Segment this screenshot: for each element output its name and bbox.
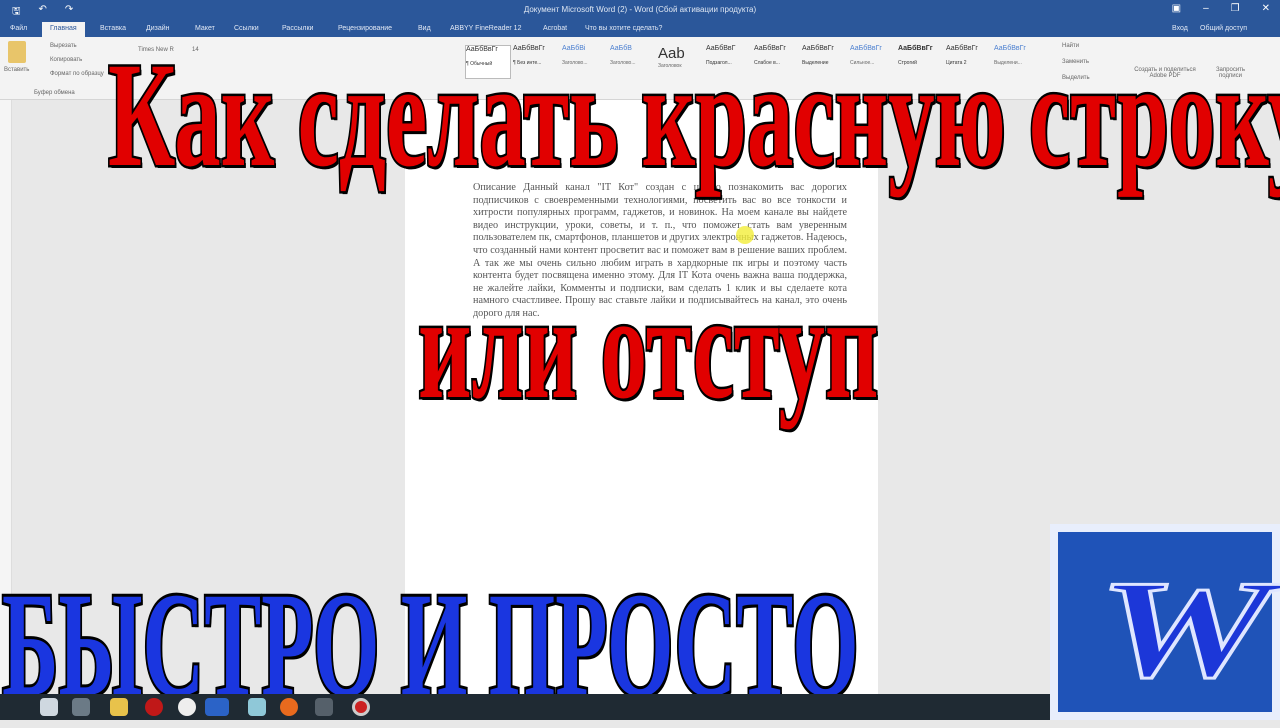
word-taskbar-icon[interactable]	[205, 698, 229, 716]
tell-me-input[interactable]: Что вы хотите сделать?	[585, 25, 662, 32]
restore-button[interactable]: ❐	[1231, 3, 1240, 14]
tab-home[interactable]: Главная	[42, 22, 85, 37]
tab-abbyy[interactable]: ABBYY FineReader 12	[450, 25, 521, 32]
cursor-highlight	[736, 226, 754, 244]
signin-link[interactable]: Вход	[1172, 25, 1188, 32]
tab-view[interactable]: Вид	[418, 25, 431, 32]
copy-button[interactable]: Копировать	[50, 57, 82, 63]
task-view-icon[interactable]	[72, 698, 90, 716]
title-bar: 🖫 ↶ ↷ Документ Microsoft Word (2) - Word…	[0, 0, 1280, 20]
cut-button[interactable]: Вырезать	[50, 43, 77, 49]
firefox-icon[interactable]	[280, 698, 298, 716]
paste-icon[interactable]	[8, 41, 26, 63]
app-icon[interactable]	[248, 698, 266, 716]
opera-icon[interactable]	[145, 698, 163, 716]
close-button[interactable]: ✕	[1262, 3, 1270, 14]
tab-file[interactable]: Файл	[10, 25, 27, 32]
yandex-browser-icon[interactable]	[178, 698, 196, 716]
tab-design[interactable]: Дизайн	[146, 25, 170, 32]
tab-layout[interactable]: Макет	[195, 25, 215, 32]
paste-button[interactable]: Вставить	[4, 67, 29, 73]
word-logo: W	[1050, 524, 1280, 720]
tab-references[interactable]: Ссылки	[234, 25, 259, 32]
tab-insert[interactable]: Вставка	[100, 25, 126, 32]
thumbnail-title-line2: или отступ	[416, 264, 880, 430]
tab-mailings[interactable]: Рассылки	[282, 25, 313, 32]
record-icon[interactable]	[352, 698, 370, 716]
minimize-button[interactable]: –	[1203, 3, 1209, 14]
format-painter-button[interactable]: Формат по образцу	[50, 71, 104, 77]
file-explorer-icon[interactable]	[110, 698, 128, 716]
ribbon-options-icon[interactable]: ▣	[1172, 3, 1181, 14]
tab-acrobat[interactable]: Acrobat	[543, 25, 567, 32]
media-app-icon[interactable]	[315, 698, 333, 716]
tab-review[interactable]: Рецензирование	[338, 25, 392, 32]
thumbnail-title-line1: Как сделать красную строку	[106, 32, 1280, 198]
start-icon[interactable]	[40, 698, 58, 716]
share-button[interactable]: Общий доступ	[1200, 25, 1247, 32]
window-title: Документ Microsoft Word (2) - Word (Сбой…	[523, 5, 757, 14]
clipboard-group-label: Буфер обмена	[34, 90, 75, 96]
